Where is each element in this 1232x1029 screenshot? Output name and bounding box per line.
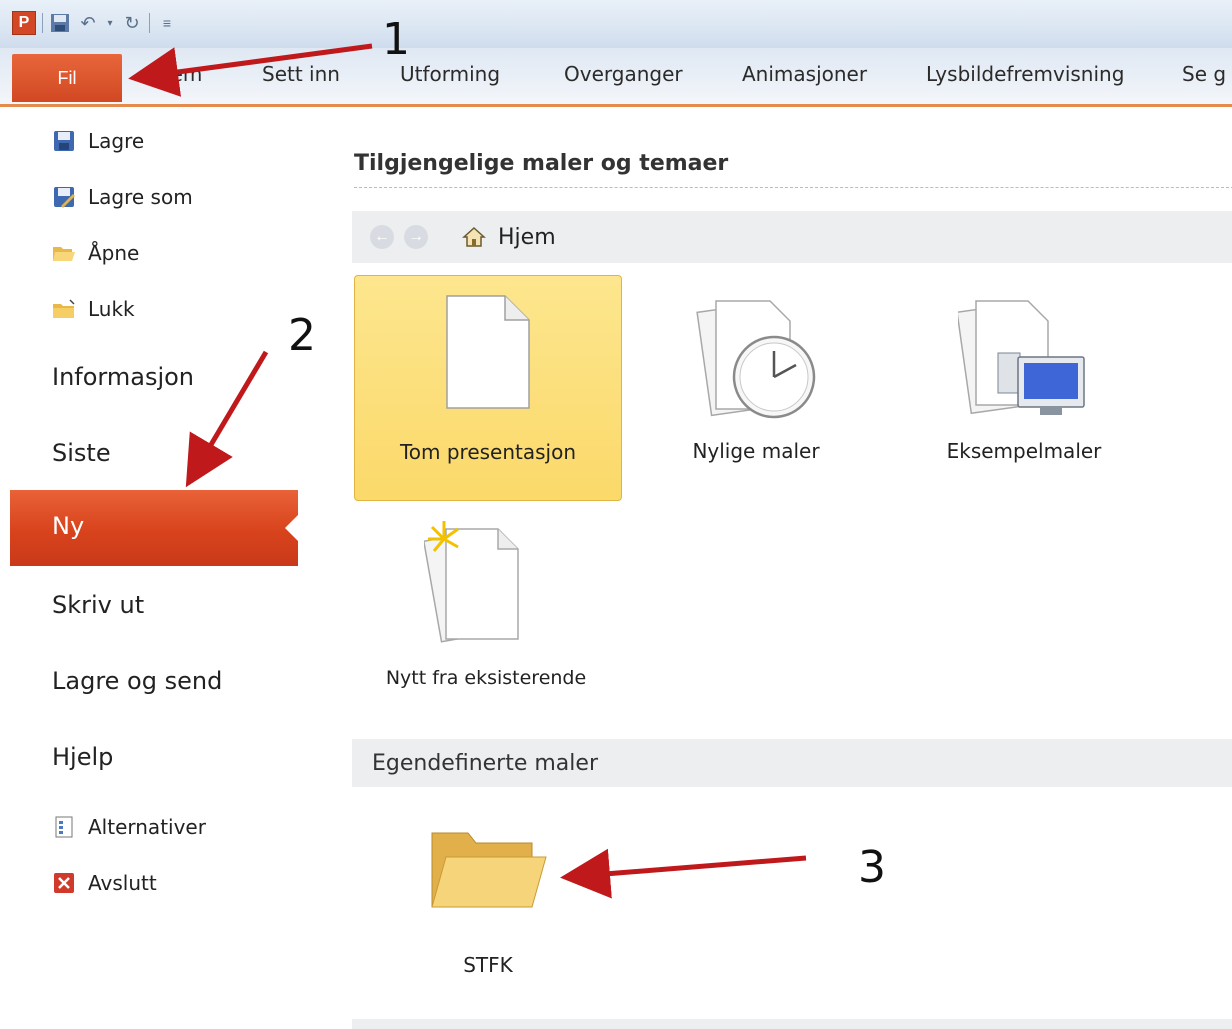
nav-item-label: Åpne bbox=[88, 241, 140, 265]
title-bar: P ↶ ▾ ↻ ≡ bbox=[0, 0, 1232, 48]
nav-item-label: Alternativer bbox=[88, 815, 206, 839]
sample-templates-icon bbox=[958, 300, 1085, 415]
nav-item-label: Avslutt bbox=[88, 871, 157, 895]
template-label: Nylige maler bbox=[692, 439, 820, 463]
nav-item-ny[interactable]: Ny bbox=[10, 490, 299, 566]
annotation-1: 1 bbox=[382, 14, 410, 65]
template-label: Tom presentasjon bbox=[399, 440, 577, 464]
tab-fil[interactable]: Fil bbox=[12, 54, 122, 102]
redo-icon[interactable]: ↻ bbox=[121, 12, 143, 34]
section-title: Tilgjengelige maler og temaer bbox=[354, 151, 729, 176]
new-from-existing-icon bbox=[424, 521, 519, 643]
home-icon bbox=[462, 226, 486, 247]
annotation-2: 2 bbox=[288, 310, 316, 361]
separator bbox=[42, 13, 43, 33]
exit-icon bbox=[52, 871, 76, 895]
close-folder-icon bbox=[52, 297, 76, 321]
nav-item-avslutt[interactable]: Avslutt bbox=[52, 871, 157, 895]
separator bbox=[149, 13, 150, 33]
nav-item-skriv-ut[interactable]: Skriv ut bbox=[52, 591, 144, 619]
customize-icon[interactable]: ≡ bbox=[156, 12, 178, 34]
nav-item-lagre-som[interactable]: Lagre som bbox=[52, 185, 193, 209]
blank-page-icon bbox=[446, 295, 530, 409]
home-breadcrumb[interactable]: Hjem bbox=[462, 225, 556, 250]
open-folder-icon bbox=[52, 241, 76, 265]
nav-item-lagre-og-send[interactable]: Lagre og send bbox=[52, 667, 222, 695]
template-label: Eksempelmaler bbox=[946, 439, 1102, 463]
tab-animasjoner[interactable]: Animasjoner bbox=[742, 62, 867, 86]
ribbon-tab-row: Fil Hjem Sett inn Utforming Overganger A… bbox=[0, 48, 1232, 107]
nav-item-label: Ny bbox=[52, 512, 85, 540]
backstage-nav: Lagre Lagre som Åpne Lukk Informasjon Si… bbox=[0, 107, 299, 1029]
nav-item-informasjon[interactable]: Informasjon bbox=[52, 363, 194, 391]
back-arrow-icon[interactable]: ← bbox=[370, 225, 394, 249]
nav-item-label: Lagre som bbox=[88, 185, 193, 209]
folder-label: STFK bbox=[463, 953, 513, 977]
nav-item-label: Lagre bbox=[88, 129, 145, 153]
folder-stfk[interactable]: STFK bbox=[418, 809, 558, 989]
nav-item-lukk[interactable]: Lukk bbox=[52, 297, 135, 321]
home-label: Hjem bbox=[498, 224, 556, 250]
nav-item-lagre[interactable]: Lagre bbox=[52, 129, 144, 153]
bottom-section-bar bbox=[352, 1019, 1232, 1029]
tab-se-gjennom[interactable]: Se g bbox=[1182, 62, 1226, 86]
template-nylige-maler[interactable]: Nylige maler bbox=[624, 275, 888, 499]
nav-item-apne[interactable]: Åpne bbox=[52, 241, 139, 265]
tab-utforming[interactable]: Utforming bbox=[400, 62, 500, 86]
backstage-main: Tilgjengelige maler og temaer ← → Hjem T… bbox=[298, 107, 1232, 1029]
undo-icon[interactable]: ↶ bbox=[77, 12, 99, 34]
template-tom-presentasjon[interactable]: Tom presentasjon bbox=[354, 275, 622, 501]
nav-item-siste[interactable]: Siste bbox=[52, 439, 111, 467]
forward-arrow-icon[interactable]: → bbox=[404, 225, 428, 249]
tab-hjem[interactable]: Hjem bbox=[150, 62, 202, 86]
custom-templates-title: Egendefinerte maler bbox=[372, 750, 598, 776]
recent-templates-icon bbox=[696, 300, 816, 419]
nav-item-label: Lukk bbox=[88, 297, 135, 321]
template-navbar: ← → Hjem bbox=[352, 211, 1232, 263]
template-nytt-fra-eksisterende[interactable]: Nytt fra eksisterende bbox=[354, 509, 618, 719]
template-label: Nytt fra eksisterende bbox=[385, 667, 587, 689]
save-as-icon bbox=[52, 185, 76, 209]
nav-item-hjelp[interactable]: Hjelp bbox=[52, 743, 113, 771]
options-icon bbox=[52, 815, 76, 839]
dropdown-icon[interactable]: ▾ bbox=[105, 12, 115, 34]
selection-notch bbox=[285, 514, 299, 542]
template-eksempelmaler[interactable]: Eksempelmaler bbox=[892, 275, 1156, 499]
tab-overganger[interactable]: Overganger bbox=[564, 62, 683, 86]
folder-icon bbox=[431, 832, 547, 908]
save-icon[interactable] bbox=[49, 12, 71, 34]
custom-templates-header: Egendefinerte maler bbox=[352, 739, 1232, 787]
tab-lysbildefremvisning[interactable]: Lysbildefremvisning bbox=[926, 62, 1124, 86]
annotation-3: 3 bbox=[858, 842, 886, 893]
divider bbox=[354, 187, 1232, 188]
nav-item-alternativer[interactable]: Alternativer bbox=[52, 815, 206, 839]
quick-access-toolbar: P ↶ ▾ ↻ ≡ bbox=[12, 10, 178, 36]
tab-sett-inn[interactable]: Sett inn bbox=[262, 62, 340, 86]
save-icon bbox=[52, 129, 76, 153]
powerpoint-app-icon[interactable]: P bbox=[12, 11, 36, 35]
